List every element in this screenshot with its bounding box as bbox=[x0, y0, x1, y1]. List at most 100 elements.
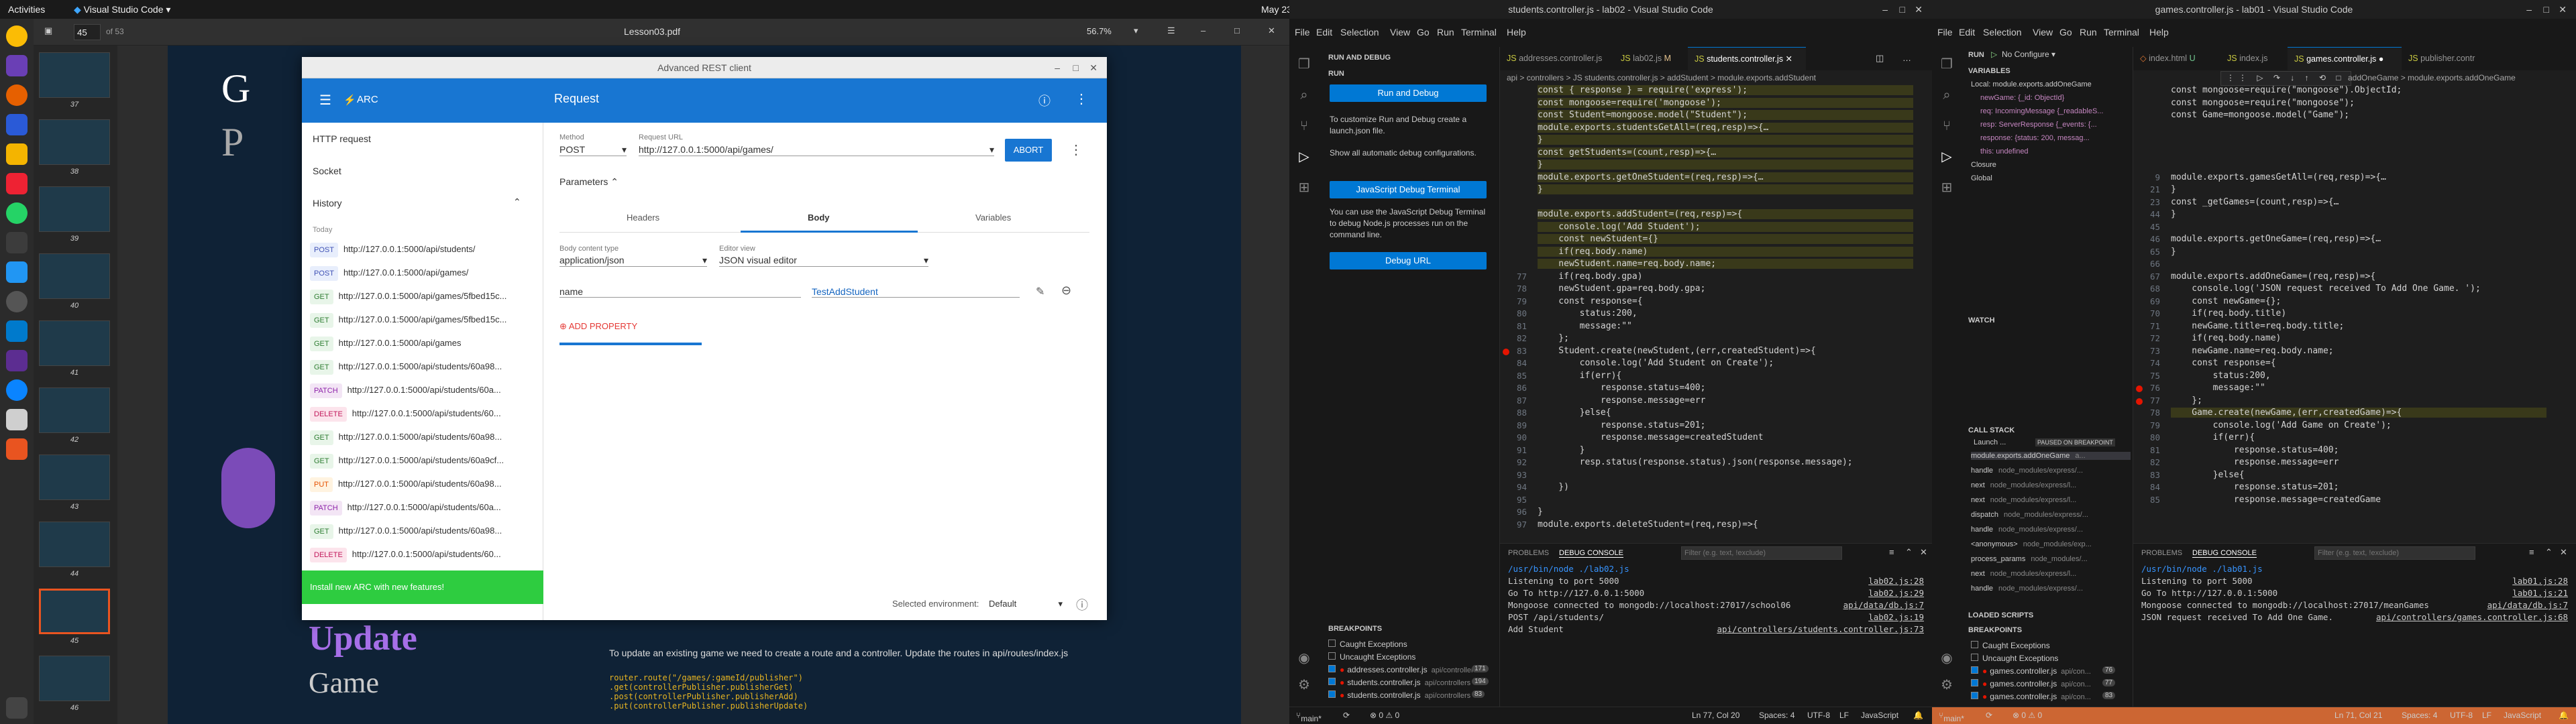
checkbox[interactable] bbox=[1971, 666, 1978, 674]
loaded-scripts-header[interactable]: LOADED SCRIPTS bbox=[1968, 611, 2033, 619]
close-icon[interactable]: ✕ bbox=[1915, 0, 1923, 19]
maximize-icon[interactable]: □ bbox=[1900, 0, 1905, 19]
indentation[interactable]: Spaces: 4 bbox=[2402, 711, 2437, 720]
variable-item[interactable]: newGame: {_id: ObjectId} bbox=[1980, 94, 2064, 102]
branch-indicator[interactable]: ⑂ main* bbox=[1939, 711, 1964, 723]
breakpoint-item[interactable]: Uncaught Exceptions bbox=[1328, 652, 1415, 662]
history-item[interactable]: GET http://127.0.0.1:5000/api/students/60… bbox=[310, 426, 502, 448]
console-source-link[interactable]: lab02.js:19 bbox=[1868, 612, 1924, 622]
customize-text[interactable]: To customize Run and Debug create a laun… bbox=[1330, 114, 1487, 137]
page-thumbnail[interactable] bbox=[39, 52, 110, 98]
stack-frame[interactable]: next node_modules/express/l... bbox=[1971, 496, 2131, 504]
documents-icon[interactable] bbox=[6, 409, 28, 430]
close-icon[interactable]: ✕ bbox=[2560, 547, 2567, 558]
more-vert-icon[interactable]: ⋮ bbox=[1075, 90, 1088, 107]
menu-file[interactable]: File bbox=[1295, 27, 1310, 38]
encoding[interactable]: UTF-8 bbox=[1807, 711, 1830, 720]
minimize-icon[interactable]: – bbox=[1201, 25, 1205, 36]
encoding[interactable]: UTF-8 bbox=[2450, 711, 2473, 720]
extensions-icon[interactable]: ⊞ bbox=[1939, 180, 1955, 196]
tab-problems[interactable]: PROBLEMS bbox=[2141, 549, 2182, 557]
breakpoint-item[interactable]: Uncaught Exceptions bbox=[1971, 654, 2058, 663]
app-icon[interactable] bbox=[6, 55, 28, 76]
files-icon[interactable] bbox=[6, 143, 28, 165]
editor-view-select[interactable]: JSON visual editor ▾ bbox=[719, 255, 928, 267]
show-configs-text[interactable]: Show all automatic debug configurations. bbox=[1330, 147, 1487, 159]
menu-edit[interactable]: Edit bbox=[1959, 27, 1975, 38]
page-thumbnail[interactable] bbox=[39, 119, 110, 165]
account-icon[interactable]: ◉ bbox=[1939, 650, 1955, 666]
app-icon-7[interactable] bbox=[6, 379, 28, 401]
explorer-icon[interactable]: ❐ bbox=[1296, 56, 1312, 72]
tab-index-html[interactable]: ◇ index.html U bbox=[2133, 47, 2220, 70]
console-source-link[interactable]: api/controllers/students.controller.js:7… bbox=[1717, 624, 1924, 634]
console-source-link[interactable]: api/controllers/games.controller.js:68 bbox=[2376, 612, 2568, 622]
url-input[interactable]: http://127.0.0.1:5000/api/games/▾ bbox=[639, 144, 994, 156]
variable-item[interactable]: response: {status: 200, messag... bbox=[1980, 134, 2090, 142]
firefox-icon[interactable] bbox=[6, 84, 28, 106]
menu-go[interactable]: Go bbox=[1417, 27, 1430, 38]
cursor-position[interactable]: Ln 77, Col 20 bbox=[1692, 711, 1739, 720]
menu-selection[interactable]: Selection bbox=[1340, 27, 1379, 38]
zoom-dropdown-icon[interactable]: ▾ bbox=[1134, 25, 1138, 36]
variable-item[interactable]: Global bbox=[1971, 174, 1992, 182]
zoom-level[interactable]: 56.7% bbox=[1087, 26, 1112, 36]
stack-frame[interactable]: handle node_modules/express/... bbox=[1971, 585, 2131, 593]
history-item[interactable]: GET http://127.0.0.1:5000/api/games bbox=[310, 332, 461, 355]
nav-socket[interactable]: Socket bbox=[313, 166, 341, 176]
menu-edit[interactable]: Edit bbox=[1316, 27, 1332, 38]
page-thumbnail[interactable] bbox=[39, 589, 110, 634]
add-property-button[interactable]: ⊕ ADD PROPERTY bbox=[559, 321, 637, 332]
code-area[interactable]: const mongoose=require("mongoose").Objec… bbox=[2133, 85, 2576, 541]
menu-help[interactable]: Help bbox=[2149, 27, 2169, 38]
search-icon[interactable]: ⌕ bbox=[1939, 87, 1955, 103]
checkbox[interactable] bbox=[1328, 640, 1336, 647]
help-icon[interactable]: ⓘ bbox=[1076, 596, 1088, 613]
source-control-icon[interactable]: ⑂ bbox=[1939, 118, 1955, 134]
hamburger-icon[interactable]: ☰ bbox=[319, 92, 331, 109]
app-icon-3[interactable] bbox=[6, 173, 28, 194]
sync-icon[interactable]: ⟳ bbox=[1343, 711, 1350, 720]
stack-frame[interactable]: process_params node_modules/... bbox=[1971, 555, 2131, 563]
stack-frame[interactable]: dispatch node_modules/express/... bbox=[1971, 511, 2131, 519]
activities-button[interactable]: Activities bbox=[8, 4, 45, 15]
page-number-input[interactable] bbox=[74, 24, 101, 40]
config-select[interactable]: No Configure ▾ bbox=[2002, 50, 2055, 59]
variable-item[interactable]: Closure bbox=[1971, 161, 1996, 169]
console-source-link[interactable]: api/data/db.js:7 bbox=[2487, 600, 2568, 610]
breakpoint-icon[interactable] bbox=[2136, 398, 2143, 405]
run-and-debug-button[interactable]: Run and Debug bbox=[1330, 84, 1487, 102]
sync-icon[interactable]: ⟳ bbox=[1986, 711, 1992, 720]
language-mode[interactable]: JavaScript bbox=[1861, 711, 1898, 720]
abort-button[interactable]: ABORT bbox=[1005, 139, 1052, 162]
errors-indicator[interactable]: ⊗ 0 ⚠ 0 bbox=[2012, 711, 2042, 720]
history-item[interactable]: POST http://127.0.0.1:5000/api/games/ bbox=[310, 261, 468, 284]
code-area[interactable]: const { response } = require('express');… bbox=[1500, 85, 1932, 541]
page-thumbnail[interactable] bbox=[39, 387, 110, 433]
maximize-panel-icon[interactable]: ⌃ bbox=[1905, 547, 1913, 558]
history-item[interactable]: POST http://127.0.0.1:5000/api/students/ bbox=[310, 238, 476, 261]
chrome-icon[interactable] bbox=[6, 25, 28, 47]
tab-body[interactable]: Body bbox=[808, 213, 830, 223]
maximize-panel-icon[interactable]: ⌃ bbox=[2545, 547, 2553, 558]
page-thumbnail[interactable] bbox=[39, 455, 110, 500]
tab-addresses-controller[interactable]: JS addresses.controller.js bbox=[1500, 47, 1614, 70]
method-select[interactable]: POST ▾ bbox=[559, 144, 627, 156]
maximize-icon[interactable]: □ bbox=[1073, 57, 1079, 78]
js-debug-terminal-button[interactable]: JavaScript Debug Terminal bbox=[1330, 181, 1487, 198]
breakpoint-item[interactable]: ● students.controller.js api/controllers 83 bbox=[1328, 690, 1485, 700]
console-source-link[interactable]: lab01.js:21 bbox=[2512, 588, 2568, 598]
history-item[interactable]: DELETE http://127.0.0.1:5000/api/students… bbox=[310, 402, 501, 425]
variable-item[interactable]: resp: ServerResponse {_events: {... bbox=[1980, 121, 2097, 129]
close-icon[interactable]: ✕ bbox=[2559, 0, 2567, 19]
checkbox[interactable] bbox=[1328, 678, 1336, 685]
history-item[interactable]: DELETE http://127.0.0.1:5000/api/students… bbox=[310, 543, 501, 566]
tab-variables[interactable]: Variables bbox=[975, 213, 1011, 223]
content-type-select[interactable]: application/json ▾ bbox=[559, 255, 707, 267]
console-source-link[interactable]: lab02.js:29 bbox=[1868, 588, 1924, 598]
close-icon[interactable]: ✕ bbox=[1089, 57, 1097, 78]
app-icon-4[interactable] bbox=[6, 261, 28, 283]
menu-terminal[interactable]: Terminal bbox=[2104, 27, 2139, 38]
stack-frame[interactable]: handle node_modules/express/... bbox=[1971, 526, 2131, 534]
cursor-position[interactable]: Ln 71, Col 21 bbox=[2334, 711, 2382, 720]
